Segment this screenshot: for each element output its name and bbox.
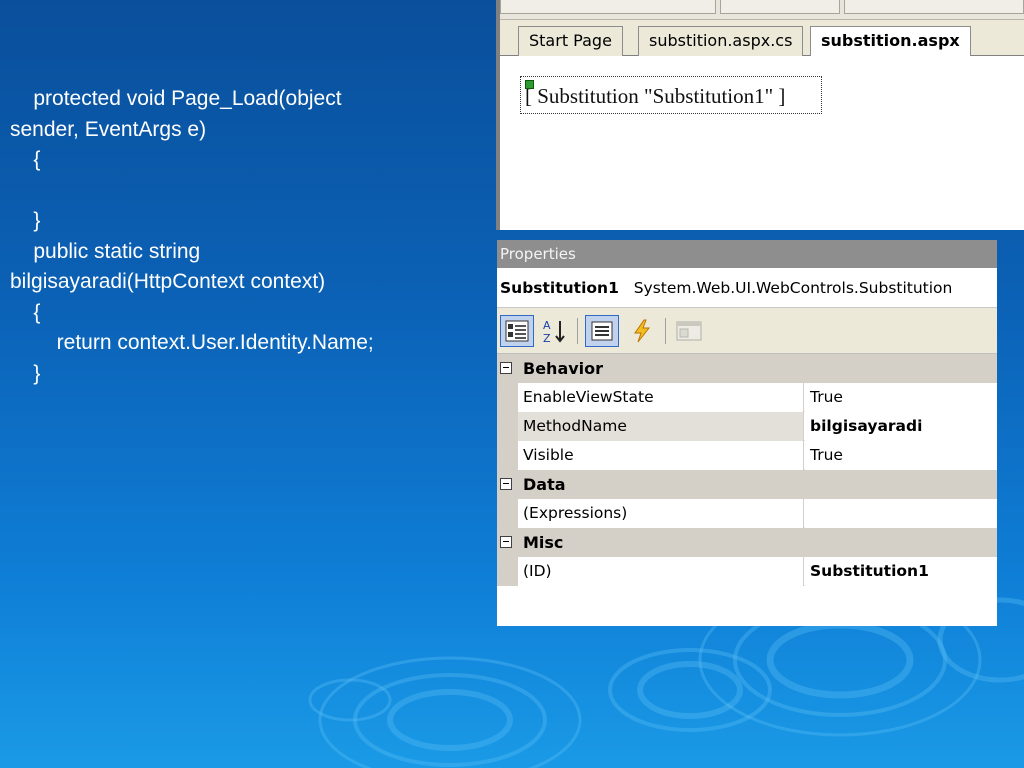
property-name: EnableViewState <box>518 383 804 412</box>
top-strip-segment <box>844 0 1024 14</box>
designer-window: Start Page substition.aspx.cs substition… <box>496 0 1024 230</box>
object-type: System.Web.UI.WebControls.Substitution <box>633 279 953 297</box>
code-line: sender, EventArgs e) <box>10 117 207 141</box>
alphabetical-button[interactable]: A Z <box>537 315 571 347</box>
property-row[interactable]: (Expressions) <box>497 499 997 528</box>
top-strip-segment <box>500 0 716 14</box>
row-gutter <box>497 557 518 586</box>
toolbar-separator <box>665 318 666 344</box>
tab-start-page[interactable]: Start Page <box>518 26 623 56</box>
category-label: Data <box>523 475 566 494</box>
category-behavior[interactable]: Behavior <box>497 354 997 383</box>
properties-button[interactable] <box>585 315 619 347</box>
property-name: MethodName <box>518 412 804 441</box>
substitution-control-label: [ Substitution "Substitution1" ] <box>525 84 786 108</box>
properties-window: Properties Substitution1 System.Web.UI.W… <box>497 240 997 626</box>
property-value[interactable]: bilgisayaradi <box>805 412 997 441</box>
property-row[interactable]: MethodName bilgisayaradi <box>497 412 997 441</box>
property-row[interactable]: Visible True <box>497 441 997 470</box>
object-selector[interactable]: Substitution1 System.Web.UI.WebControls.… <box>497 268 997 308</box>
category-misc[interactable]: Misc <box>497 528 997 557</box>
object-name: Substitution1 <box>500 279 619 297</box>
code-line: public static string <box>10 239 201 263</box>
code-snippet: protected void Page_Load(object sender, … <box>10 84 480 389</box>
row-gutter <box>497 383 518 412</box>
property-value[interactable]: Substitution1 <box>805 557 997 586</box>
row-gutter <box>497 441 518 470</box>
top-strip-segment <box>720 0 840 14</box>
control-glyph-icon <box>525 80 534 89</box>
property-grid: Behavior EnableViewState True MethodName… <box>497 354 997 586</box>
code-line: bilgisayaradi(HttpContext context) <box>10 270 326 293</box>
collapse-icon[interactable] <box>500 478 512 490</box>
properties-icon <box>591 321 613 341</box>
svg-text:A: A <box>543 319 551 332</box>
collapse-icon[interactable] <box>500 536 512 548</box>
category-label: Behavior <box>523 359 604 378</box>
substitution-control[interactable]: [ Substitution "Substitution1" ] <box>520 76 822 114</box>
tab-substition-aspx[interactable]: substition.aspx <box>810 26 971 57</box>
categorized-icon <box>505 320 529 342</box>
properties-toolbar: A Z <box>497 308 997 354</box>
events-button[interactable] <box>625 315 659 347</box>
code-line: return context.User.Identity.Name; <box>10 331 374 354</box>
properties-title: Properties <box>497 240 997 268</box>
property-name: (Expressions) <box>518 499 804 528</box>
property-pages-icon <box>676 321 702 341</box>
collapse-icon[interactable] <box>500 362 512 374</box>
property-row[interactable]: (ID) Substitution1 <box>497 557 997 586</box>
code-line: protected void Page_Load(object <box>10 87 342 110</box>
svg-text:Z: Z <box>543 332 551 345</box>
row-gutter <box>497 499 518 528</box>
property-pages-button[interactable] <box>672 315 706 347</box>
property-value[interactable]: True <box>805 441 997 470</box>
tab-substition-aspx-cs[interactable]: substition.aspx.cs <box>638 26 804 56</box>
lightning-icon <box>634 319 651 343</box>
toolbar-separator <box>577 318 578 344</box>
design-surface[interactable]: [ Substitution "Substitution1" ] <box>500 56 1024 230</box>
category-label: Misc <box>523 533 564 552</box>
property-value[interactable] <box>805 499 997 528</box>
code-line: { <box>10 148 41 171</box>
row-gutter <box>497 412 518 441</box>
categorized-button[interactable] <box>500 315 534 347</box>
alphabetical-icon: A Z <box>543 319 565 345</box>
code-line: } <box>10 361 41 385</box>
code-line: { <box>10 300 41 324</box>
property-name: (ID) <box>518 557 804 586</box>
property-value[interactable]: True <box>805 383 997 412</box>
code-line: } <box>10 209 41 232</box>
window-top-strip <box>500 0 1024 20</box>
property-row[interactable]: EnableViewState True <box>497 383 997 412</box>
property-name: Visible <box>518 441 804 470</box>
category-data[interactable]: Data <box>497 470 997 499</box>
document-tabbar: Start Page substition.aspx.cs substition… <box>500 20 1024 57</box>
